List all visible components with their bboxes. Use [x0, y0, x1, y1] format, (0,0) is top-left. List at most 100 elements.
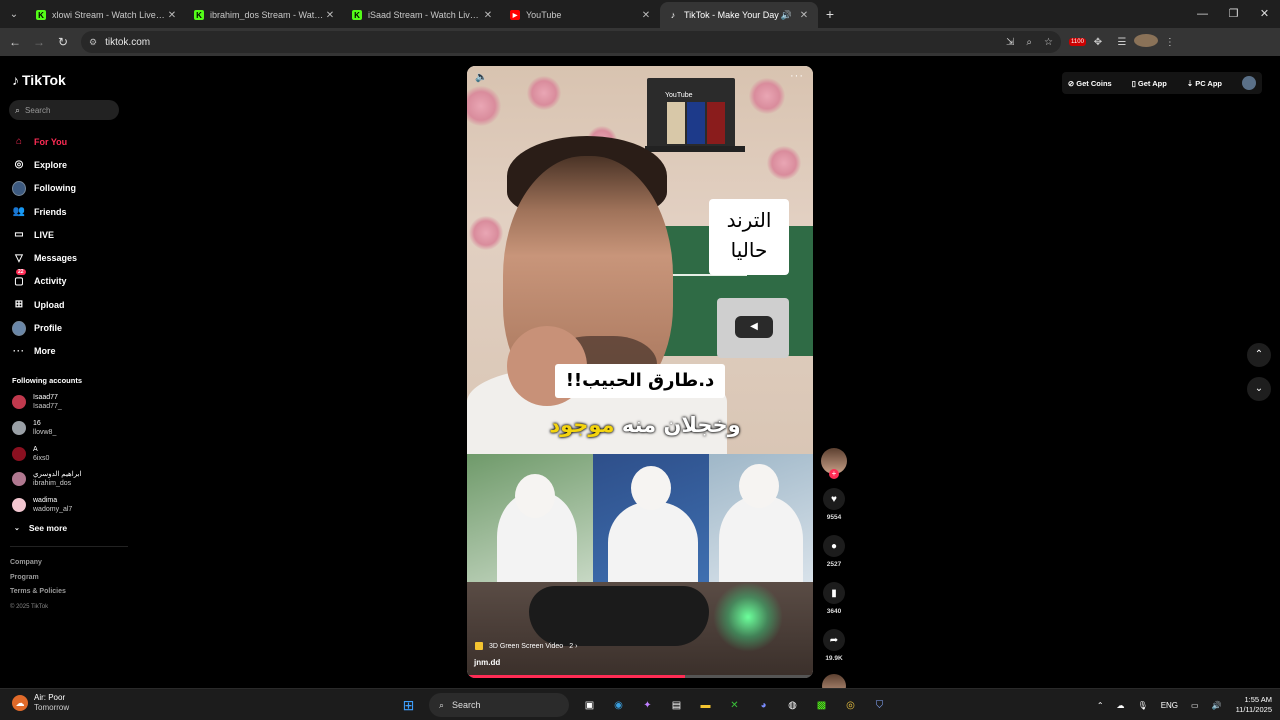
tray-overflow-icon[interactable]: ⌃: [1097, 701, 1104, 710]
reading-list-icon[interactable]: ☰: [1110, 37, 1134, 48]
file-explorer-icon[interactable]: ▬: [695, 694, 717, 716]
close-tab-icon[interactable]: ✕: [482, 10, 494, 21]
close-tab-icon[interactable]: ✕: [324, 10, 336, 21]
minimize-icon[interactable]: —: [1187, 0, 1218, 28]
close-tab-icon[interactable]: ✕: [166, 10, 178, 21]
bookmark-star-icon[interactable]: ☆: [1044, 37, 1053, 48]
taskbar-search[interactable]: ⌕ Search: [429, 693, 569, 717]
steam-icon[interactable]: ◍: [782, 694, 804, 716]
follow-plus-icon[interactable]: +: [829, 469, 839, 479]
browser-tab[interactable]: K iSaad Stream - Watch Live on K ✕: [344, 2, 502, 28]
extension-badge[interactable]: 1100: [1069, 38, 1086, 46]
browser-tab[interactable]: ▶ YouTube ✕: [502, 2, 660, 28]
discord-icon[interactable]: ◕: [753, 694, 775, 716]
get-coins-button[interactable]: ⊘ Get Coins: [1068, 79, 1122, 88]
task-view-icon[interactable]: ▣: [579, 694, 601, 716]
weather-widget[interactable]: ☁ Air: Poor Tomorrow: [12, 693, 69, 713]
tab-title: iSaad Stream - Watch Live on K: [368, 10, 482, 20]
close-window-icon[interactable]: ✕: [1249, 0, 1280, 28]
zoom-icon[interactable]: ⌕: [1026, 37, 1032, 48]
onedrive-icon[interactable]: ☁: [1117, 701, 1125, 710]
restore-icon[interactable]: ❐: [1218, 0, 1249, 28]
video-progress-bar[interactable]: [467, 675, 813, 678]
browser-tab-active[interactable]: ♪ TikTok - Make Your Day 🔊 ✕: [660, 2, 818, 28]
volume-icon[interactable]: 🔈: [475, 72, 487, 83]
like-button[interactable]: ♥ 9554: [818, 488, 850, 521]
browser-tab[interactable]: K xlowi Stream - Watch Live on Ki ✕: [28, 2, 186, 28]
sidebar-item-friends[interactable]: 👥 Friends: [12, 200, 77, 223]
profile-avatar[interactable]: [1133, 34, 1158, 50]
profile-avatar[interactable]: [1242, 76, 1256, 90]
search-input[interactable]: ⌕ Search: [9, 100, 119, 120]
previous-video-button[interactable]: ⌃: [1247, 343, 1271, 367]
share-button[interactable]: ➦ 19.9K: [818, 629, 850, 662]
creator-avatar[interactable]: +: [821, 448, 847, 479]
sidebar-item-live[interactable]: ▭ LIVE: [12, 223, 77, 246]
new-tab-button[interactable]: +: [818, 6, 842, 22]
tab-search-icon[interactable]: ⌄: [0, 0, 28, 28]
video-player[interactable]: YouTube ◀ الترند حاليا د.طارق الحبيب!! و…: [467, 66, 813, 678]
extensions-puzzle-icon[interactable]: ✥: [1086, 37, 1110, 48]
microphone-icon[interactable]: 🎙: [1138, 701, 1148, 710]
network-icon[interactable]: ▭: [1191, 701, 1199, 710]
sidebar-item-activity[interactable]: ▢ 22 Activity: [12, 269, 77, 293]
video-effect-tag[interactable]: 3D Green Screen Video 2 ›: [475, 642, 577, 650]
forward-icon[interactable]: →: [27, 35, 51, 49]
more-options-icon[interactable]: ···: [790, 70, 804, 82]
address-bar[interactable]: ⚙ tiktok.com ⇲ ⌕ ☆: [81, 31, 1061, 53]
divider: [10, 546, 128, 547]
language-indicator[interactable]: ENG: [1161, 701, 1178, 710]
kick-app-icon[interactable]: ▩: [811, 694, 833, 716]
windows-start-icon[interactable]: ⊞: [398, 694, 420, 716]
following-account[interactable]: ابراهيم الدوسري ibrahim_dos: [12, 470, 81, 488]
sidebar-item-profile[interactable]: Profile: [12, 316, 77, 339]
close-tab-icon[interactable]: ✕: [640, 10, 652, 21]
chrome-icon[interactable]: ◎: [840, 694, 862, 716]
site-info-icon[interactable]: ⚙: [89, 37, 97, 48]
sidebar-item-for-you[interactable]: ⌂ For You: [12, 130, 77, 153]
following-account[interactable]: Isaad77 Isaad77_: [12, 393, 62, 411]
profile-icon: [12, 320, 26, 336]
following-account[interactable]: 16 llovw8_: [12, 419, 56, 437]
sidebar-item-following[interactable]: Following: [12, 177, 77, 200]
browser-menu-icon[interactable]: ⋮: [1158, 37, 1182, 48]
browser-tab[interactable]: K ibrahim_dos Stream - Watch Live ✕: [186, 2, 344, 28]
close-tab-icon[interactable]: ✕: [798, 10, 810, 21]
person-head: [739, 464, 779, 508]
store-icon[interactable]: ▤: [666, 694, 688, 716]
footer-link-company[interactable]: Company: [10, 556, 66, 571]
footer-link-terms[interactable]: Terms & Policies: [10, 585, 66, 600]
get-app-button[interactable]: ▯ Get App: [1132, 79, 1177, 88]
video-author[interactable]: jnm.dd: [474, 658, 500, 667]
action-rail: + ♥ 9554 ● 2527 ▮ 3640 ➦ 19.9K: [818, 448, 850, 698]
volume-icon[interactable]: 🔊: [1212, 701, 1222, 710]
sidebar-item-more[interactable]: ··· More: [12, 340, 77, 363]
comment-button[interactable]: ● 2527: [818, 535, 850, 568]
sidebar-item-messages[interactable]: ▽ Messages: [12, 246, 77, 269]
pc-app-button[interactable]: ⇣ PC App: [1187, 79, 1232, 88]
clock-date: 11/11/2025: [1235, 705, 1272, 714]
avatar: [12, 498, 26, 512]
tiktok-logo[interactable]: ♪ TikTok: [12, 72, 66, 88]
following-account[interactable]: wadima wadomy_al7: [12, 496, 72, 514]
clock[interactable]: 1:55 AM 11/11/2025: [1236, 695, 1272, 715]
tab-title: xlowi Stream - Watch Live on Ki: [52, 10, 166, 20]
footer-link-program[interactable]: Program: [10, 571, 66, 586]
install-app-icon[interactable]: ⇲: [1006, 37, 1014, 48]
url-text: tiktok.com: [105, 36, 151, 48]
following-account[interactable]: A 6ixs0: [12, 445, 49, 463]
caption-line: الترند: [726, 208, 772, 232]
copilot-icon[interactable]: ✦: [637, 694, 659, 716]
save-button[interactable]: ▮ 3640: [818, 582, 850, 615]
reload-icon[interactable]: ↻: [51, 35, 75, 49]
tab-audio-icon[interactable]: 🔊: [781, 10, 792, 21]
see-more-button[interactable]: ⌄ See more: [14, 523, 67, 533]
shield-icon[interactable]: ⛉: [869, 694, 891, 716]
sidebar-item-upload[interactable]: ⊞ Upload: [12, 293, 77, 316]
edge-icon[interactable]: ◉: [608, 694, 630, 716]
back-icon[interactable]: ←: [3, 35, 27, 49]
person-head: [515, 474, 555, 518]
sidebar-item-explore[interactable]: ◎ Explore: [12, 153, 77, 176]
next-video-button[interactable]: ⌄: [1247, 377, 1271, 401]
xbox-icon[interactable]: ✕: [724, 694, 746, 716]
